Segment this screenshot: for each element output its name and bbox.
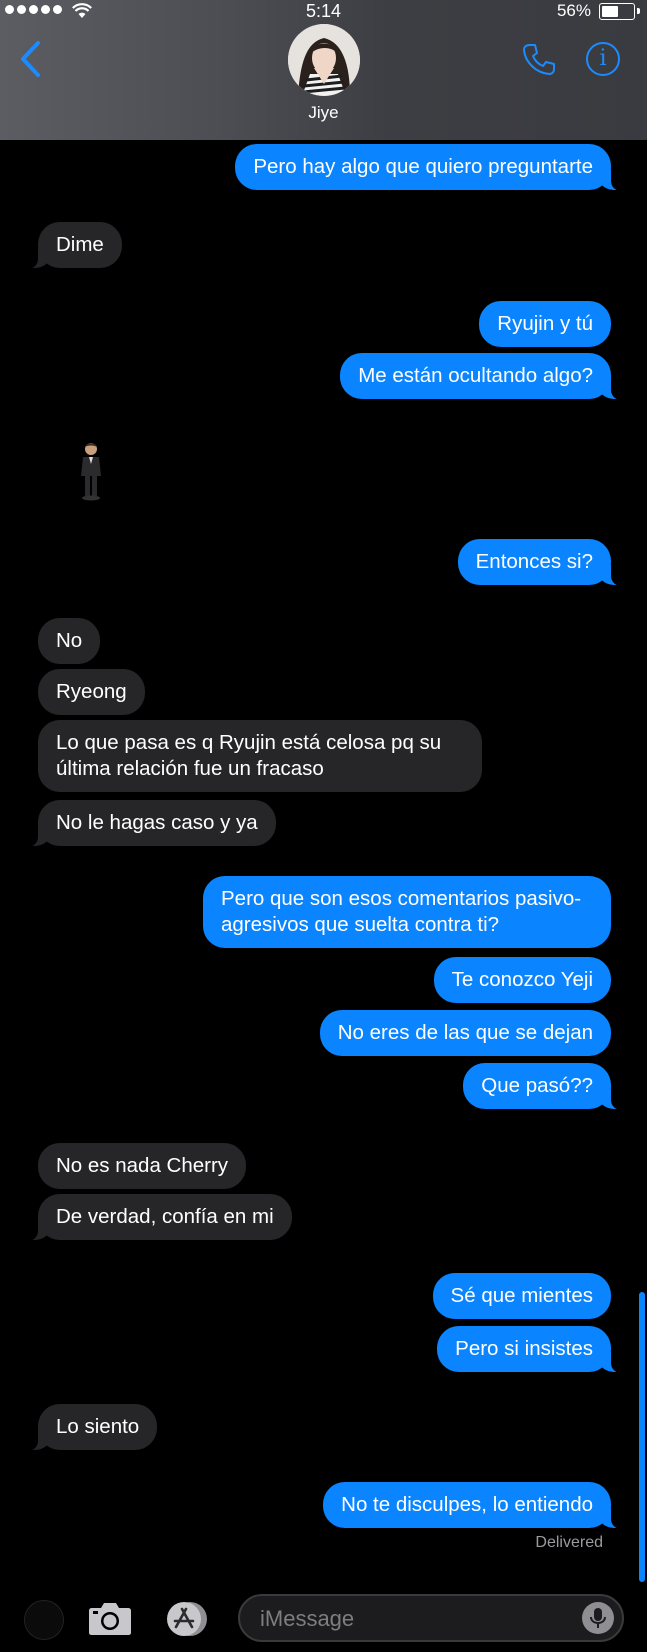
- message-bubble-incoming[interactable]: No es nada Cherry: [38, 1143, 247, 1189]
- message-bubble-outgoing[interactable]: Que pasó??: [463, 1063, 623, 1110]
- message-bubble-outgoing[interactable]: Pero si insistes: [437, 1326, 623, 1373]
- message-input[interactable]: iMessage: [238, 1594, 624, 1642]
- info-icon[interactable]: i: [586, 42, 620, 76]
- status-time: 5:14: [305, 1, 342, 21]
- camera-icon[interactable]: [88, 1600, 132, 1636]
- delivery-status: Delivered: [535, 1534, 603, 1551]
- message-input-placeholder: iMessage: [260, 1606, 355, 1631]
- conversation-header: 5:14 56% Jiye i: [0, 0, 647, 140]
- back-chevron-icon[interactable]: [18, 40, 44, 78]
- battery-icon: [599, 3, 635, 20]
- contact-avatar[interactable]: [288, 24, 360, 96]
- message-bubble-outgoing[interactable]: Pero hay algo que quiero preguntarte: [235, 144, 623, 191]
- message-bubble-outgoing[interactable]: No eres de las que se dejan: [319, 1010, 611, 1056]
- message-bubble-incoming[interactable]: No: [38, 618, 101, 664]
- composer-bar: iMessage: [0, 1582, 647, 1652]
- message-bubble-outgoing[interactable]: Pero que son esos comentarios pasivo-agr…: [203, 876, 611, 948]
- message-bubble-outgoing[interactable]: Te conozco Yeji: [433, 957, 611, 1003]
- message-bubble-incoming[interactable]: Lo que pasa es q Ryujin está celosa pq s…: [38, 720, 482, 792]
- message-bubble-incoming[interactable]: No le hagas caso y ya: [26, 800, 276, 847]
- message-bubble-outgoing[interactable]: Sé que mientes: [432, 1273, 611, 1319]
- message-bubble-incoming[interactable]: De verdad, confía en mi: [26, 1194, 292, 1241]
- contact-name[interactable]: Jiye: [0, 103, 647, 123]
- message-bubble-incoming[interactable]: Dime: [26, 222, 122, 269]
- status-bar: 5:14 56%: [0, 0, 647, 24]
- phone-call-icon[interactable]: [522, 42, 556, 76]
- battery-percentage: 56%: [556, 1, 591, 20]
- message-bubble-outgoing[interactable]: Entonces si?: [457, 539, 624, 586]
- message-bubble-outgoing[interactable]: Ryujin y tú: [479, 301, 611, 347]
- scroll-indicator[interactable]: [639, 1292, 645, 1582]
- message-bubble-incoming[interactable]: Ryeong: [38, 669, 145, 715]
- man-in-suit-emoji[interactable]: [78, 440, 104, 502]
- message-bubble-outgoing[interactable]: No te disculpes, lo entiendo: [323, 1482, 623, 1529]
- microphone-icon[interactable]: [582, 1602, 614, 1634]
- app-store-icon[interactable]: [162, 1600, 210, 1638]
- message-bubble-outgoing[interactable]: Me están ocultando algo?: [340, 353, 623, 400]
- message-bubble-incoming[interactable]: Lo siento: [25, 1404, 158, 1451]
- effects-circle-button[interactable]: [24, 1600, 64, 1640]
